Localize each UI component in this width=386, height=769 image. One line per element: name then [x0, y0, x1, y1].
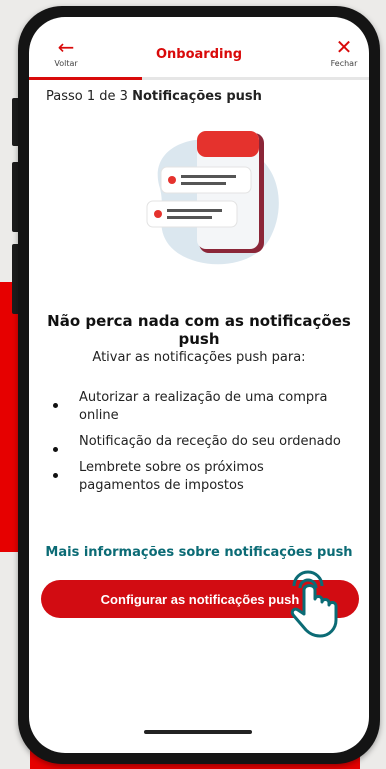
list-item-text: Notificação da receção do seu ordenado: [79, 434, 341, 449]
home-indicator: [144, 730, 252, 734]
step-indicator: Passo 1 de 3 Notificações push: [46, 89, 262, 104]
intro-text: Ativar as notificações push para:: [92, 350, 306, 365]
progress-fill: [29, 77, 143, 80]
close-label: Fechar: [330, 59, 358, 68]
bullet-icon: [53, 403, 58, 408]
page-title: Onboarding: [155, 47, 243, 62]
phone-notifications-illustration: [139, 125, 289, 275]
phone-screen: ← Voltar Onboarding ✕ Fechar Passo 1 de …: [29, 17, 369, 753]
list-item-text: Lembrete sobre os próximos pagamentos de…: [79, 460, 264, 493]
main-heading: Não perca nada com as notificações push: [47, 312, 351, 348]
bullet-icon: [53, 473, 58, 478]
list-item: Notificação da receção do seu ordenado: [51, 433, 341, 452]
close-icon: ✕: [335, 35, 353, 59]
phone-frame: ← Voltar Onboarding ✕ Fechar Passo 1 de …: [18, 6, 380, 764]
header: ← Voltar Onboarding ✕ Fechar: [29, 17, 369, 80]
list-item: Lembrete sobre os próximos pagamentos de…: [51, 459, 341, 495]
close-button[interactable]: ✕ Fechar: [329, 37, 359, 68]
benefits-list: Autorizar a realização de uma compra onl…: [51, 389, 341, 503]
list-item-text: Autorizar a realização de uma compra onl…: [79, 390, 328, 423]
hand-tap-icon: [280, 570, 340, 640]
step-prefix: Passo 1 de 3: [46, 89, 128, 104]
more-info-link[interactable]: Mais informações sobre notificações push: [29, 545, 369, 560]
bullet-icon: [53, 447, 58, 452]
progress-bar: [29, 77, 369, 80]
step-name: Notificações push: [132, 89, 262, 104]
list-item: Autorizar a realização de uma compra onl…: [51, 389, 341, 425]
